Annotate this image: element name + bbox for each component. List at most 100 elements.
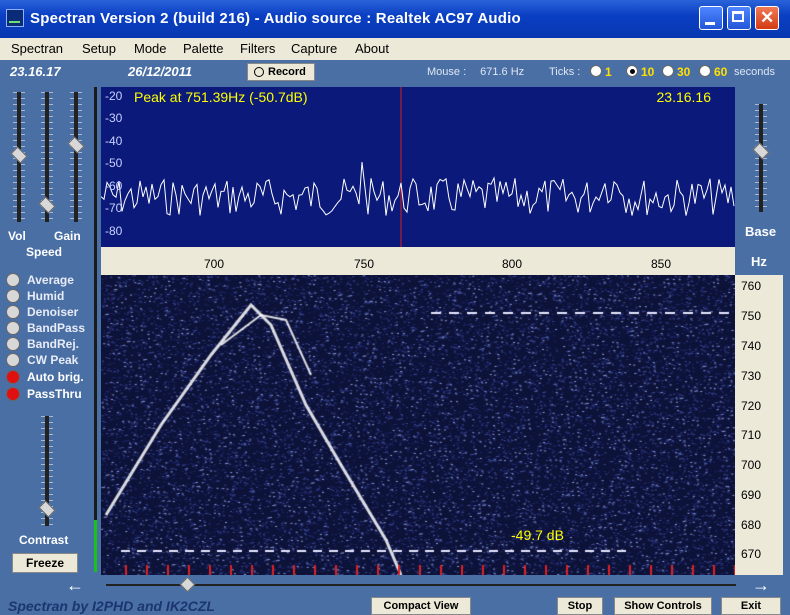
wf-y-tick: 700 [741, 458, 762, 472]
peak-readout: Peak at 751.39Hz (-50.7dB) [134, 89, 308, 105]
close-button[interactable] [755, 6, 779, 30]
wf-y-tick: 690 [741, 488, 762, 502]
waterfall-db-readout: -49.7 dB [511, 527, 564, 543]
stop-button[interactable]: Stop [557, 597, 603, 615]
scroll-thumb[interactable] [179, 576, 196, 593]
mouse-readout: Mouse : 671.6 Hz [427, 66, 524, 78]
humid-checkbox[interactable] [6, 289, 20, 303]
speed-label: Speed [26, 245, 63, 259]
menu-about[interactable]: About [355, 41, 389, 56]
y-tick: -60 [105, 179, 123, 193]
time-scrollbar[interactable] [106, 576, 736, 593]
x-tick: 750 [354, 257, 375, 271]
waterfall-display[interactable]: -49.7 dB [101, 275, 735, 575]
average-checkbox[interactable] [6, 273, 20, 287]
speed-slider[interactable] [38, 92, 56, 222]
bandpass-label: BandPass [27, 321, 86, 335]
base-slider[interactable] [752, 104, 770, 212]
tick-option-label: 10 [641, 65, 655, 79]
ticks-label: Ticks : [549, 66, 581, 78]
wf-y-tick: 740 [741, 339, 762, 353]
passthru-checkbox[interactable] [6, 387, 20, 401]
menu-palette[interactable]: Palette [183, 41, 223, 56]
menu-spectran[interactable]: Spectran [11, 41, 63, 56]
denoiser-checkbox[interactable] [6, 305, 20, 319]
level-indicator [94, 520, 97, 572]
clock-date: 26/12/2011 [128, 64, 193, 79]
y-tick: -50 [105, 156, 123, 170]
mouse-label: Mouse : [427, 66, 467, 78]
denoiser-label: Denoiser [27, 305, 79, 319]
gain-label: Gain [54, 229, 81, 243]
cw-peak-label: CW Peak [27, 353, 79, 367]
x-tick: 700 [204, 257, 225, 271]
auto-brig-label: Auto brig. [27, 370, 84, 384]
cw-peak-checkbox[interactable] [6, 353, 20, 367]
vol-slider[interactable] [10, 92, 28, 222]
vol-slider-thumb[interactable] [10, 146, 28, 164]
show-controls-button[interactable]: Show Controls [614, 597, 712, 615]
spectrum-time: 23.16.16 [656, 89, 712, 105]
bottom-bar: ← → Spectran by I2PHD and IK2CZL Compact… [0, 575, 790, 615]
right-arrow-icon[interactable]: → [752, 575, 770, 596]
wf-y-tick: 670 [741, 547, 762, 561]
radio-selected-icon [626, 65, 638, 77]
contrast-label: Contrast [19, 533, 69, 547]
compact-view-button[interactable]: Compact View [371, 597, 471, 615]
waterfall-axis: 760 750 740 730 720 710 700 690 680 670 [735, 275, 783, 575]
wf-y-tick: 760 [741, 279, 762, 293]
x-tick: 850 [651, 257, 672, 271]
radio-icon [662, 65, 674, 77]
menu-bar: Spectran Setup Mode Palette Filters Capt… [0, 38, 790, 60]
hz-label: Hz [751, 254, 767, 269]
record-icon [254, 67, 264, 77]
mouse-value: 671.6 Hz [480, 66, 525, 78]
gain-slider[interactable] [67, 92, 85, 222]
wf-y-tick: 720 [741, 399, 762, 413]
tick-option-label: 30 [677, 65, 691, 79]
y-tick: -20 [105, 89, 123, 103]
menu-filters[interactable]: Filters [240, 41, 275, 56]
record-button[interactable]: Record [247, 63, 315, 81]
menu-setup[interactable]: Setup [82, 41, 116, 56]
bandpass-checkbox[interactable] [6, 321, 20, 335]
radio-icon [699, 65, 711, 77]
y-tick: -30 [105, 111, 123, 125]
bandrej-checkbox[interactable] [6, 337, 20, 351]
auto-brig-checkbox[interactable] [6, 370, 20, 384]
spectrum-trace [101, 161, 735, 216]
contrast-slider-thumb[interactable] [38, 500, 56, 518]
wf-y-tick: 750 [741, 309, 762, 323]
wf-y-tick: 680 [741, 518, 762, 532]
freeze-button[interactable]: Freeze [12, 553, 78, 573]
window-title: Spectran Version 2 (build 216) - Audio s… [30, 10, 521, 27]
contrast-slider[interactable] [38, 416, 56, 526]
clock-time: 23.16.17 [10, 64, 61, 79]
app-icon[interactable] [6, 9, 24, 27]
frequency-axis: 700 750 800 850 [101, 247, 735, 275]
wf-y-tick: 710 [741, 428, 762, 442]
base-slider-thumb[interactable] [752, 142, 770, 160]
level-meter [94, 87, 97, 520]
y-tick: -80 [105, 224, 123, 238]
menu-capture[interactable]: Capture [291, 41, 337, 56]
title-bar: Spectran Version 2 (build 216) - Audio s… [0, 0, 790, 38]
status-bar: 23.16.17 26/12/2011 Record Mouse : 671.6 … [0, 60, 790, 84]
vol-label: Vol [8, 229, 26, 243]
gain-slider-thumb[interactable] [67, 136, 85, 154]
passthru-label: PassThru [27, 387, 82, 401]
spectrum-plot[interactable]: -20 -30 -40 -50 -60 -70 -80 Peak at 751.… [101, 87, 735, 247]
minimize-button[interactable] [699, 6, 723, 30]
exit-button[interactable]: Exit [721, 597, 781, 615]
radio-icon [590, 65, 602, 77]
maximize-button[interactable] [727, 6, 751, 30]
tick-option-label: 1 [605, 65, 612, 79]
seconds-label: seconds [734, 66, 775, 78]
waterfall-canvas [101, 275, 735, 575]
x-tick: 800 [502, 257, 523, 271]
humid-label: Humid [27, 289, 65, 303]
spectrum-svg [101, 87, 735, 247]
menu-mode[interactable]: Mode [134, 41, 167, 56]
speed-slider-thumb[interactable] [38, 196, 56, 214]
left-arrow-icon[interactable]: ← [66, 575, 84, 596]
